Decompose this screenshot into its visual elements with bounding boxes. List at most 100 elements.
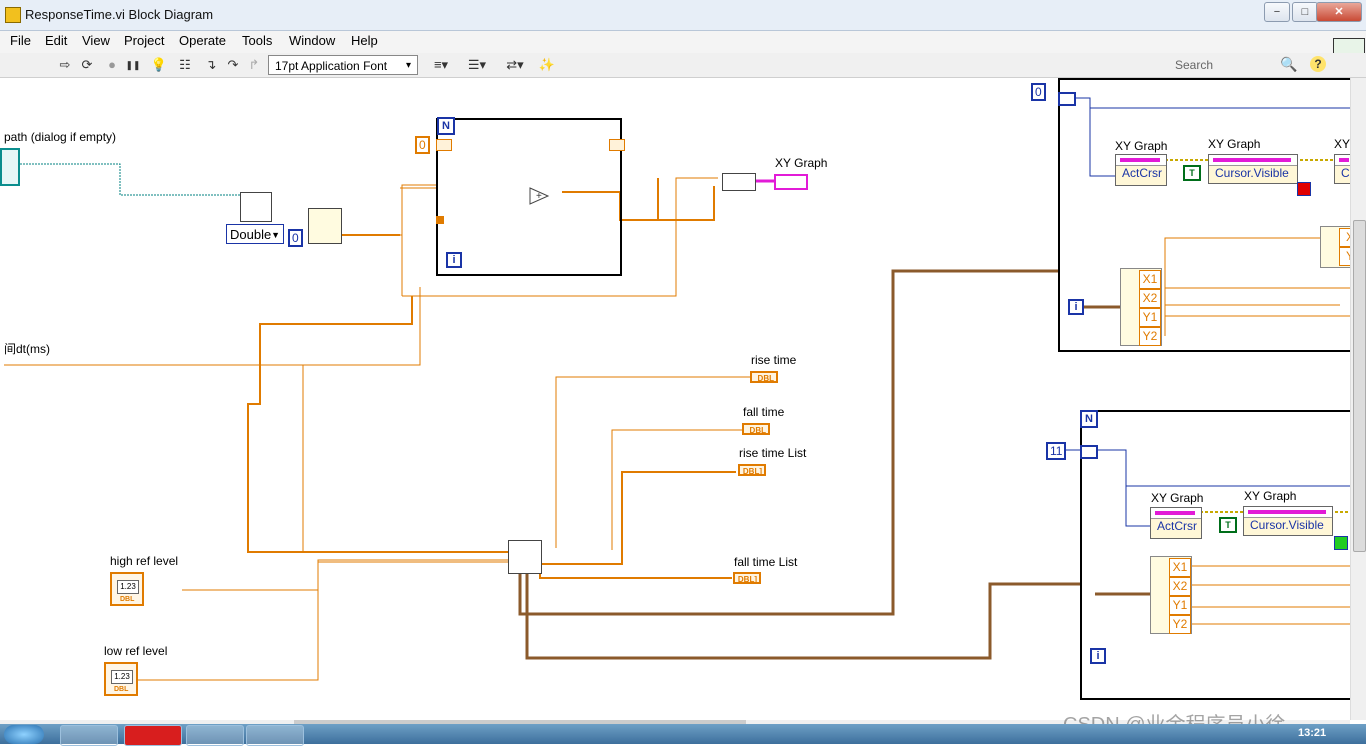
reorder-icon[interactable]: ⇄▾ <box>502 56 528 74</box>
upper-graph-label-3: XY <box>1334 137 1350 151</box>
high-ref-level-control[interactable]: 1.23 DBL <box>110 572 144 606</box>
menu-file[interactable]: File <box>10 33 31 48</box>
for-loop-lower-right[interactable] <box>1080 410 1350 700</box>
run-icon[interactable]: ⇨ <box>56 56 74 74</box>
tunnel-indexing <box>436 216 444 224</box>
xy-graph-terminal[interactable] <box>774 174 808 190</box>
high-ref-level-label: high ref level <box>110 554 179 568</box>
double-dropdown-value: Double <box>230 227 272 242</box>
cluster-x: X <box>1339 228 1350 247</box>
menu-help[interactable]: Help <box>351 33 378 48</box>
upper-actcrsr-property[interactable]: ActCrsr <box>1115 154 1167 186</box>
shift-register-right[interactable] <box>609 139 625 151</box>
double-dropdown[interactable]: Double ▼ <box>226 224 284 244</box>
lower-graph-label-1: XY Graph <box>1151 491 1204 505</box>
lower-cursor-visible-property[interactable]: Cursor.Visible <box>1243 506 1333 536</box>
lower-true-constant[interactable]: T <box>1219 517 1237 533</box>
lower-actcrsr-property[interactable]: ActCrsr <box>1150 507 1202 539</box>
upper-boolean-indicator[interactable] <box>1297 182 1311 196</box>
menu-edit[interactable]: Edit <box>45 33 67 48</box>
fall-time-indicator[interactable]: DBL <box>742 423 770 435</box>
search-input[interactable]: Search <box>1175 58 1213 72</box>
toolbar: ⇨ ⟳ ● ❚❚ 💡 ☷ ↴ ↷ ↱ 17pt Application Font… <box>0 53 1366 78</box>
upper-cursor-property-partial[interactable]: Cu <box>1334 154 1350 184</box>
upper-loop-count-constant[interactable]: 0 <box>1031 83 1046 101</box>
shift-register-left[interactable] <box>436 139 452 151</box>
lower-boolean-indicator[interactable] <box>1334 536 1348 550</box>
pause-icon[interactable]: ❚❚ <box>124 56 142 74</box>
align-objects-icon[interactable]: ≡▾ <box>428 56 454 74</box>
upper-cursor-visible-property[interactable]: Cursor.Visible <box>1208 154 1298 184</box>
cluster-y2: Y2 <box>1169 615 1191 634</box>
rise-time-indicator[interactable]: DBL <box>750 371 778 383</box>
rise-time-list-indicator[interactable]: DBL] <box>738 464 766 476</box>
build-xy-icon[interactable] <box>722 173 756 191</box>
taskbar-app-1[interactable] <box>60 725 118 746</box>
taskbar: 13:21 <box>0 724 1366 746</box>
low-ref-level-control[interactable]: 1.23 DBL <box>104 662 138 696</box>
menu-bar: File Edit View Project Operate Tools Win… <box>0 31 1366 53</box>
transition-measurement-icon[interactable] <box>508 540 542 574</box>
for-loop-1[interactable] <box>436 118 622 276</box>
search-icon[interactable]: 🔍 <box>1280 56 1297 73</box>
upper-shift-register[interactable] <box>1058 92 1076 106</box>
block-diagram-canvas[interactable]: + path (dialog if empty) 间dt(ms) Double … <box>0 78 1350 720</box>
vertical-scroll-thumb[interactable] <box>1353 220 1366 552</box>
numeric-icon: 1.23 <box>111 670 133 684</box>
upper-unbundle-by-name[interactable]: X1 X2 Y1 Y2 <box>1120 268 1162 346</box>
cluster-y: Y <box>1339 247 1350 266</box>
upper-bundle-partial[interactable]: X Y <box>1320 226 1350 268</box>
path-control[interactable] <box>0 148 20 186</box>
cluster-x1: X1 <box>1139 270 1161 289</box>
cluster-y1: Y1 <box>1139 308 1161 327</box>
dbl-type-label: DBL <box>120 596 135 603</box>
zero-constant-a[interactable]: 0 <box>288 229 303 247</box>
menu-project[interactable]: Project <box>124 33 164 48</box>
taskbar-app-explorer[interactable] <box>186 725 244 746</box>
font-select[interactable]: 17pt Application Font ▾ <box>268 55 418 75</box>
menu-operate[interactable]: Operate <box>179 33 226 48</box>
for-loop-upper-right[interactable] <box>1058 78 1350 352</box>
clean-up-diagram-icon[interactable]: ✨ <box>538 56 556 74</box>
lower-shift-register[interactable] <box>1080 445 1098 459</box>
lower-unbundle-by-name[interactable]: X1 X2 Y1 Y2 <box>1150 556 1192 634</box>
upper-graph-label-1: XY Graph <box>1115 139 1168 153</box>
cluster-x2: X2 <box>1139 289 1161 308</box>
retain-wire-values-icon[interactable]: ☷ <box>176 56 194 74</box>
lower-loop-count-constant[interactable]: 11 <box>1046 442 1067 460</box>
numeric-icon: 1.23 <box>117 580 139 594</box>
chevron-down-icon: ▾ <box>405 60 411 71</box>
menu-window[interactable]: Window <box>289 33 335 48</box>
upper-true-constant[interactable]: T <box>1183 165 1201 181</box>
start-button[interactable] <box>4 725 44 744</box>
search-box[interactable]: Search 🔍 <box>1162 55 1304 75</box>
taskbar-clock: 13:21 <box>1298 727 1327 739</box>
menu-view[interactable]: View <box>82 33 110 48</box>
vertical-scrollbar[interactable] <box>1350 78 1366 720</box>
upper-iteration-terminal: i <box>1068 299 1084 315</box>
highlight-execution-icon[interactable]: 💡 <box>150 56 168 74</box>
menu-tools[interactable]: Tools <box>242 33 272 48</box>
step-over-icon[interactable]: ↷ <box>224 56 242 74</box>
prop-actcrsr: ActCrsr <box>1157 519 1197 533</box>
abort-icon[interactable]: ● <box>103 56 121 74</box>
lower-graph-label-2: XY Graph <box>1244 489 1297 503</box>
taskbar-app-youdao[interactable] <box>124 725 182 746</box>
read-spreadsheet-icon[interactable] <box>240 192 272 222</box>
distribute-objects-icon[interactable]: ☰▾ <box>464 56 490 74</box>
help-icon[interactable]: ? <box>1310 56 1326 72</box>
prop-cursor-visible: Cursor.Visible <box>1250 518 1324 532</box>
lower-loop-count-terminal: N <box>1080 410 1098 428</box>
cluster-y1: Y1 <box>1169 596 1191 615</box>
maximize-button[interactable]: □ <box>1292 2 1318 22</box>
taskbar-app-labview[interactable] <box>246 725 304 746</box>
shift-register-init-constant[interactable]: 0 <box>415 136 430 154</box>
run-continuously-icon[interactable]: ⟳ <box>78 56 96 74</box>
close-button[interactable]: ✕ <box>1316 2 1362 22</box>
rise-time-list-label: rise time List <box>739 446 807 460</box>
fall-time-list-indicator[interactable]: DBL] <box>733 572 761 584</box>
step-into-icon[interactable]: ↴ <box>202 56 220 74</box>
step-out-icon[interactable]: ↱ <box>245 56 263 74</box>
index-array-icon[interactable] <box>308 208 342 244</box>
minimize-button[interactable]: − <box>1264 2 1290 22</box>
